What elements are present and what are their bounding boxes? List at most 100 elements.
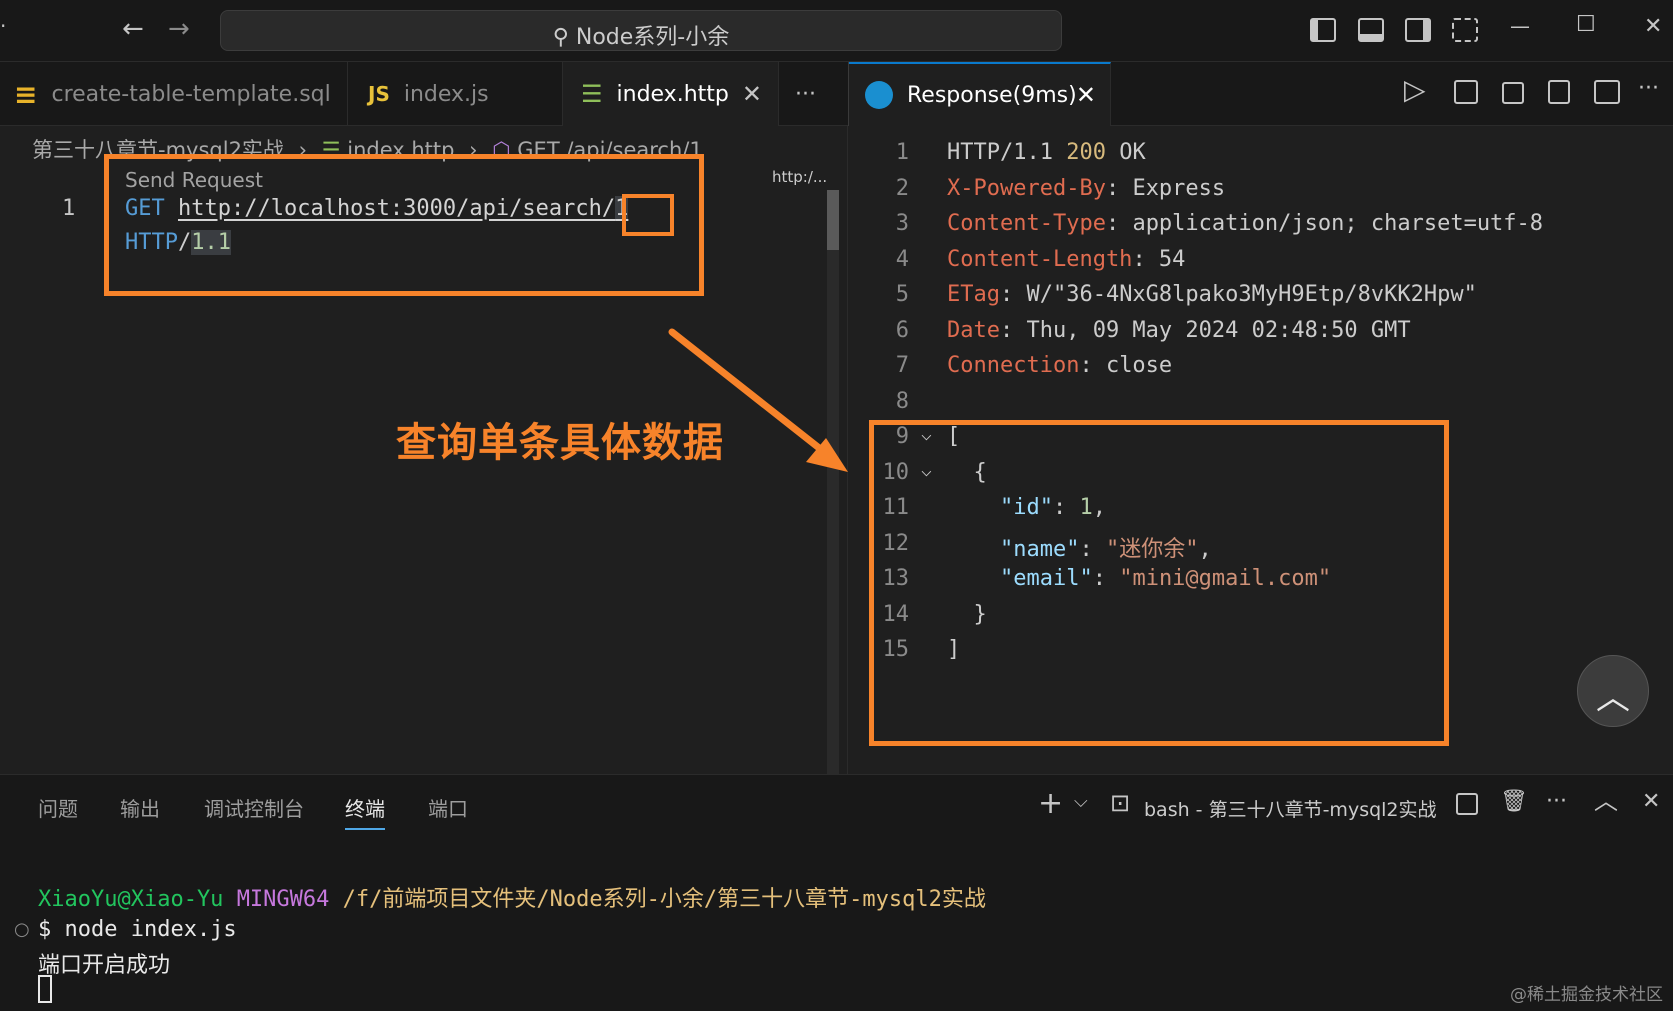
toggle-secondary-sidebar-icon[interactable]	[1405, 18, 1431, 42]
close-window-icon[interactable]: ✕	[1644, 16, 1662, 38]
split-editor-icon[interactable]	[1594, 80, 1620, 104]
line-number: 5	[895, 282, 909, 307]
tab-response[interactable]: Response(9ms) ✕	[849, 62, 1111, 126]
more-actions-icon[interactable]: ···	[1638, 78, 1659, 100]
terminal-icon: ⊡	[1110, 789, 1131, 817]
code: Connection: close	[947, 353, 1172, 378]
chevron-down-icon[interactable]: ⌵	[1074, 793, 1088, 811]
tab-ports[interactable]: 端口	[428, 793, 468, 822]
tab-label: create-table-template.sql	[51, 81, 331, 107]
code: Content-Length: 54	[947, 247, 1185, 272]
header-key: Content-Length	[947, 246, 1133, 272]
tab-label: Response(9ms)	[907, 82, 1077, 108]
tab-index-js[interactable]: JS index.js	[348, 62, 563, 126]
line-number: 4	[895, 246, 909, 272]
bottom-panel: 问题 输出 调试控制台 终端 端口 + ⌵ ⊡ bash - 第三十八章节-my…	[0, 774, 1673, 1011]
tab-output[interactable]: 输出	[120, 793, 160, 822]
header-key: ETag	[947, 282, 1000, 307]
tab-label: index.js	[403, 81, 489, 107]
code-text: OK	[1105, 140, 1146, 165]
tab-index-http[interactable]: ☰ index.http ✕	[563, 62, 779, 126]
tab-problems[interactable]: 问题	[38, 793, 78, 822]
tab-create-table-template[interactable]: ≡ create-table-template.sql	[0, 62, 348, 126]
run-icon[interactable]: ▷	[1404, 76, 1426, 104]
toggle-panel-icon[interactable]	[1358, 18, 1384, 42]
close-panel-icon[interactable]: ✕	[1642, 791, 1660, 813]
terminal-output: 端口开启成功	[38, 953, 171, 978]
terminal-cursor[interactable]	[38, 975, 52, 1003]
response-body-highlight-box	[869, 420, 1449, 746]
terminal-path: /f/前端项目文件夹/Node系列-小余/第三十八章节-mysql2实战	[342, 887, 986, 912]
status-code: 200	[1066, 140, 1106, 165]
command-marker-icon: ○	[14, 919, 30, 940]
header-key: X-Powered-By	[947, 175, 1106, 201]
url-id-highlight-box	[622, 194, 674, 236]
request-highlight-box	[104, 154, 704, 296]
code: X-Powered-By: Express	[947, 176, 1225, 201]
scroll-to-top-button[interactable]: ︿	[1577, 655, 1649, 727]
maximize-icon[interactable]: ☐	[1576, 14, 1596, 36]
http-file-icon: ☰	[581, 80, 603, 108]
command-center-search[interactable]: ⚲ Node系列-小余	[220, 10, 1062, 51]
forward-arrow-icon[interactable]: →	[168, 16, 190, 42]
header-key: Date	[947, 317, 1000, 343]
code: HTTP/1.1 200 OK	[947, 140, 1146, 165]
code-text: : close	[1079, 353, 1173, 378]
annotation-label: 查询单条具体数据	[396, 420, 724, 466]
code-text: : Thu, 09 May 2024 02:48:50 GMT	[999, 317, 1411, 343]
save-body-icon[interactable]	[1502, 82, 1524, 104]
code-text: : Express	[1105, 175, 1226, 201]
terminal-user: XiaoYu@Xiao-Yu	[38, 887, 224, 912]
more-tabs-button[interactable]: ···	[779, 62, 849, 126]
terminal-prompt-line: XiaoYu@Xiao-Yu MINGW64 /f/前端项目文件夹/Node系列…	[38, 881, 986, 913]
trash-icon[interactable]: 🗑	[1500, 791, 1528, 813]
code: Content-Type: application/json; charset=…	[947, 211, 1543, 236]
toggle-primary-sidebar-icon[interactable]	[1310, 18, 1336, 42]
more-icon: ···	[795, 81, 816, 107]
rest-client-icon	[865, 81, 893, 109]
add-terminal-icon[interactable]: +	[1038, 789, 1063, 819]
terminal-name[interactable]: bash - 第三十八章节-mysql2实战	[1144, 795, 1437, 822]
close-response-tab-icon[interactable]: ✕	[1076, 81, 1096, 109]
tab-terminal[interactable]: 终端	[345, 793, 385, 830]
more-icon[interactable]: ···	[1546, 791, 1567, 813]
copy-icon[interactable]	[1548, 80, 1570, 104]
database-icon: ≡	[14, 77, 38, 111]
code: Date: Thu, 09 May 2024 02:48:50 GMT	[947, 318, 1411, 343]
search-text: ⚲ Node系列-小余	[552, 25, 730, 50]
terminal-command: $ node index.js	[38, 917, 237, 942]
maximize-panel-icon[interactable]: ︿	[1594, 789, 1618, 813]
tab-label: index.http	[616, 81, 729, 107]
terminal-env: MINGW64	[236, 887, 330, 912]
code-text: : application/json; charset=utf-8	[1105, 211, 1544, 236]
back-arrow-icon[interactable]: ←	[122, 16, 144, 42]
chevron-up-icon: ︿	[1596, 678, 1630, 718]
title-bar: · ← → ⚲ Node系列-小余 — ☐ ✕	[0, 0, 1673, 62]
header-key: Content-Type	[947, 211, 1106, 236]
header-key: Connection	[947, 353, 1080, 378]
line-number: 6	[895, 317, 909, 343]
code-text: : W/"36-4NxG8lpako3MyH9Etp/8vKK2Hpw"	[999, 282, 1477, 307]
customize-layout-icon[interactable]	[1452, 18, 1478, 42]
scrollbar-thumb[interactable]	[827, 190, 839, 250]
minimap-label: http:/...	[772, 168, 828, 186]
split-terminal-icon[interactable]	[1456, 793, 1478, 815]
line-number: 1	[895, 140, 909, 165]
code-text: : 54	[1132, 246, 1186, 272]
menu-edge-icon[interactable]: ·	[0, 16, 6, 36]
line-number: 8	[895, 388, 909, 414]
line-number: 2	[895, 175, 909, 201]
watermark: @稀土掘金技术社区	[1510, 985, 1663, 1005]
minimize-icon[interactable]: —	[1510, 16, 1530, 36]
line-number: 1	[62, 196, 76, 221]
tab-debug-console[interactable]: 调试控制台	[204, 793, 304, 822]
editor-scrollbar[interactable]	[827, 190, 839, 780]
code-text: HTTP/1.1	[947, 140, 1067, 165]
code: ETag: W/"36-4NxG8lpako3MyH9Etp/8vKK2Hpw"	[947, 282, 1477, 307]
save-response-icon[interactable]	[1454, 80, 1478, 104]
editor-tab-bar: ≡ create-table-template.sql JS index.js …	[0, 62, 1673, 126]
close-tab-icon[interactable]: ✕	[742, 80, 762, 108]
line-number: 3	[895, 211, 909, 236]
line-number: 7	[895, 353, 909, 378]
js-icon: JS	[368, 82, 390, 106]
